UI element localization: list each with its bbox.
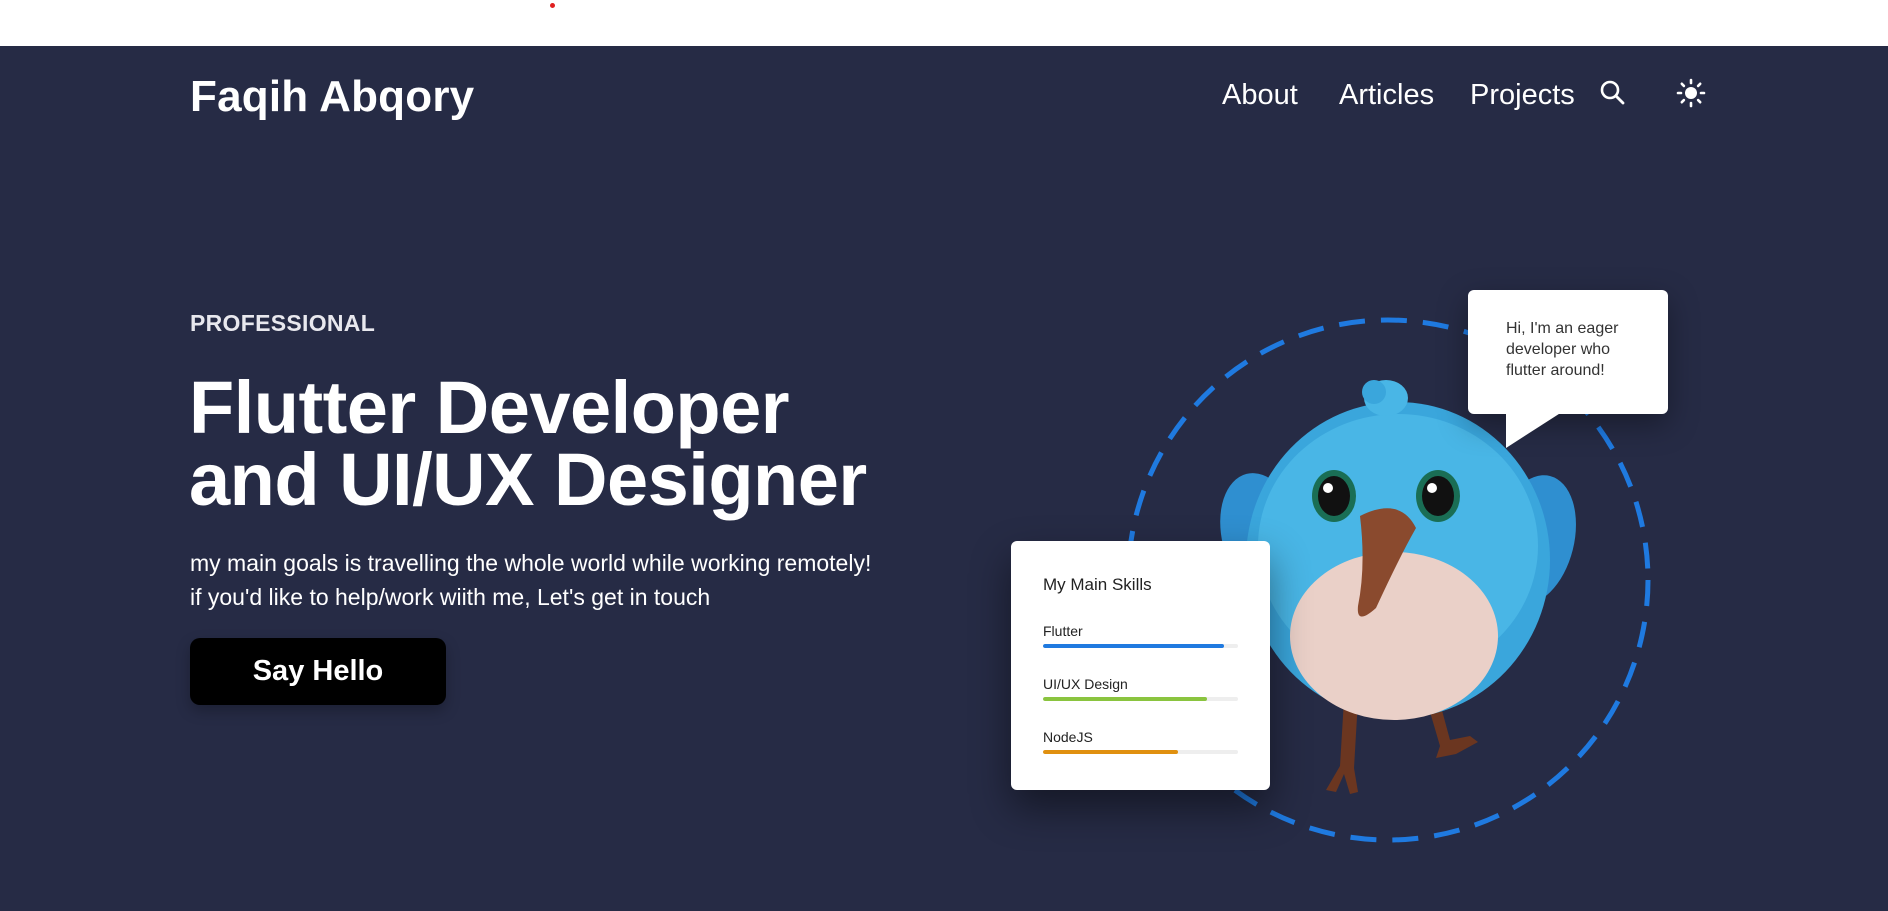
hero-description: my main goals is travelling the whole wo… xyxy=(190,546,871,614)
skills-card-title: My Main Skills xyxy=(1043,575,1152,594)
hero-page: Faqih Abqory About Articles Projects PRO… xyxy=(0,46,1888,911)
say-hello-button[interactable]: Say Hello xyxy=(190,638,446,705)
skill-name: NodeJS xyxy=(1043,729,1093,745)
hero-headline: Flutter Developer and UI/UX Designer xyxy=(189,366,867,521)
search-icon[interactable] xyxy=(1599,79,1627,112)
skill-progress-fill xyxy=(1043,644,1225,648)
sun-icon[interactable] xyxy=(1676,78,1706,113)
headline-line-1: Flutter Developer xyxy=(189,366,790,449)
headline-line-2: and UI/UX Designer xyxy=(189,438,867,521)
nav-link-projects[interactable]: Projects xyxy=(1470,79,1575,112)
description-line-2: if you'd like to help/work wiith me, Let… xyxy=(190,584,711,610)
skill-row-nodejs: NodeJS xyxy=(1043,729,1238,759)
site-brand[interactable]: Faqih Abqory xyxy=(190,72,474,122)
skill-row-flutter: Flutter xyxy=(1043,623,1238,653)
hero-eyebrow: PROFESSIONAL xyxy=(190,310,376,336)
hero-illustration: Hi, I'm an eager developer who flutter a… xyxy=(1000,246,1700,896)
skills-card: My Main Skills Flutter UI/UX Design Node… xyxy=(1011,541,1270,790)
browser-top-strip xyxy=(0,0,1888,46)
skill-progress-track xyxy=(1043,750,1238,754)
skill-row-uiux: UI/UX Design xyxy=(1043,676,1238,706)
skill-progress-track xyxy=(1043,697,1238,701)
skill-name: Flutter xyxy=(1043,623,1083,639)
skill-progress-fill xyxy=(1043,697,1207,701)
speech-bubble-tail xyxy=(1506,412,1562,448)
skill-progress-fill xyxy=(1043,750,1178,754)
skill-name: UI/UX Design xyxy=(1043,676,1128,692)
nav-link-about[interactable]: About xyxy=(1222,79,1298,112)
skill-progress-track xyxy=(1043,644,1238,648)
red-dot-marker xyxy=(550,3,555,8)
description-line-1: my main goals is travelling the whole wo… xyxy=(190,550,872,576)
speech-bubble: Hi, I'm an eager developer who flutter a… xyxy=(1468,290,1668,448)
speech-bubble-text: Hi, I'm an eager developer who flutter a… xyxy=(1506,320,1619,379)
nav-link-articles[interactable]: Articles xyxy=(1339,79,1434,112)
